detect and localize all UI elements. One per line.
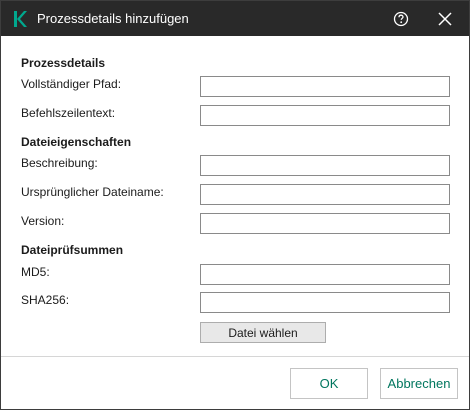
command-line-label: Befehlszeilentext: (21, 106, 116, 120)
window-title: Prozessdetails hinzufügen (37, 11, 189, 26)
close-button[interactable] (431, 5, 459, 33)
sha256-label: SHA256: (21, 293, 70, 307)
footer-divider (1, 356, 469, 357)
original-file-name-label: Ursprünglicher Dateiname: (21, 185, 164, 199)
full-path-input[interactable] (200, 76, 450, 97)
description-label: Beschreibung: (21, 156, 98, 170)
dialog-window: Prozessdetails hinzufügen Prozessdetails… (0, 0, 470, 410)
original-file-name-input[interactable] (200, 184, 450, 205)
version-label: Version: (21, 214, 65, 228)
help-button[interactable] (387, 5, 415, 33)
md5-input[interactable] (200, 264, 450, 285)
cancel-button[interactable]: Abbrechen (380, 368, 458, 399)
description-input[interactable] (200, 155, 450, 176)
kaspersky-logo-icon (14, 11, 27, 27)
ok-button[interactable]: OK (290, 368, 368, 399)
md5-label: MD5: (21, 265, 50, 279)
sha256-input[interactable] (200, 292, 450, 313)
full-path-label: Vollständiger Pfad: (21, 77, 122, 91)
section-heading-process: Prozessdetails (21, 56, 106, 70)
command-line-input[interactable] (200, 105, 450, 126)
section-heading-file-properties: Dateieigenschaften (21, 135, 132, 149)
choose-file-button[interactable]: Datei wählen (200, 322, 326, 343)
title-bar: Prozessdetails hinzufügen (1, 1, 469, 36)
help-icon (393, 11, 409, 27)
section-heading-checksums: Dateiprüfsummen (21, 243, 124, 257)
close-icon (438, 12, 452, 26)
version-input[interactable] (200, 213, 450, 234)
